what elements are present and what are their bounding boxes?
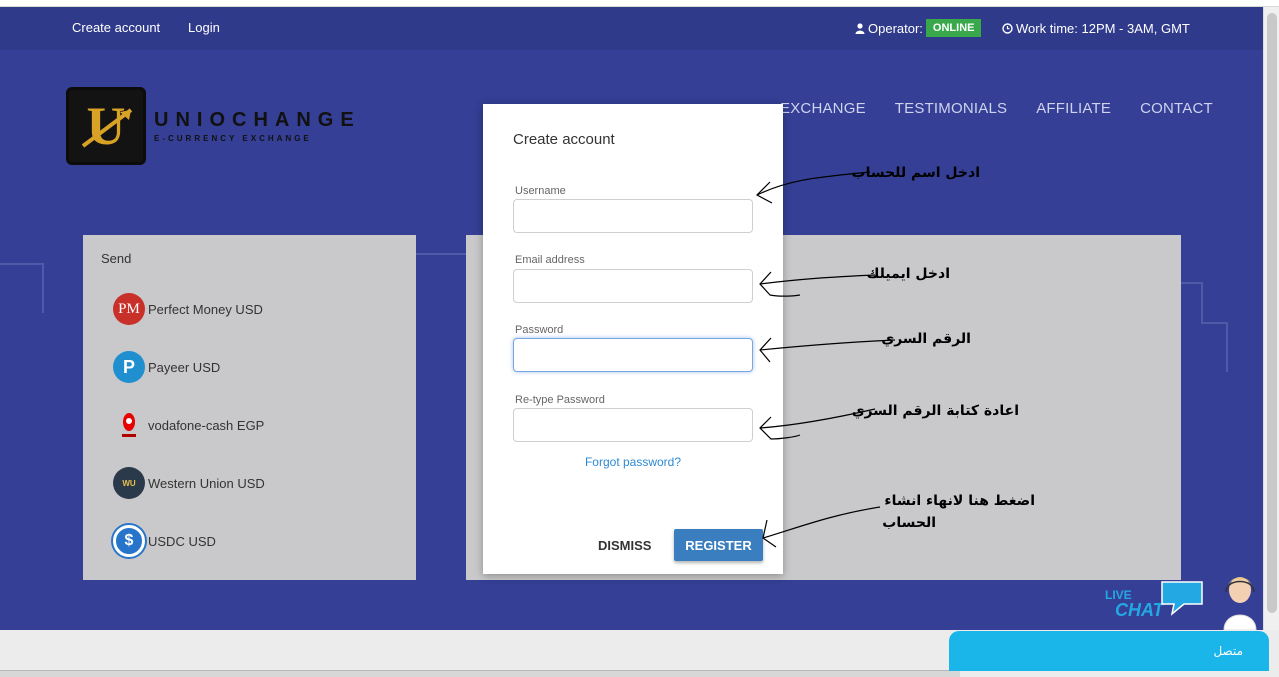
annotation-register-line2: الحساب bbox=[882, 515, 936, 531]
taskbar bbox=[0, 670, 960, 677]
support-agent-avatar bbox=[1223, 577, 1257, 630]
annotation-arrows bbox=[756, 171, 896, 548]
annotation-register-line1: اضغط هنا لانهاء انشاء bbox=[884, 493, 1035, 509]
browser-top-strip bbox=[0, 0, 1279, 7]
chat-bubble-icon bbox=[1161, 581, 1203, 616]
page: Create account Login Operator: ONLINE Wo… bbox=[0, 7, 1263, 630]
page-scrollbar[interactable] bbox=[1263, 7, 1279, 630]
annotation-password: الرقم السري bbox=[881, 331, 971, 347]
annotation-email: ادخل ايميلك bbox=[866, 266, 950, 282]
chat-status-bar[interactable]: متصل bbox=[949, 631, 1269, 671]
live-chat-widget[interactable]: LIVE CHAT bbox=[1100, 570, 1265, 630]
chat-status-text: متصل bbox=[1213, 644, 1243, 658]
scrollbar-thumb[interactable] bbox=[1267, 13, 1277, 613]
chat-label: CHAT bbox=[1115, 600, 1164, 620]
annotation-username: ادخل اسم للحساب bbox=[851, 165, 981, 181]
annotation-retype: اعادة كتابة الرقم السري bbox=[851, 403, 1019, 419]
